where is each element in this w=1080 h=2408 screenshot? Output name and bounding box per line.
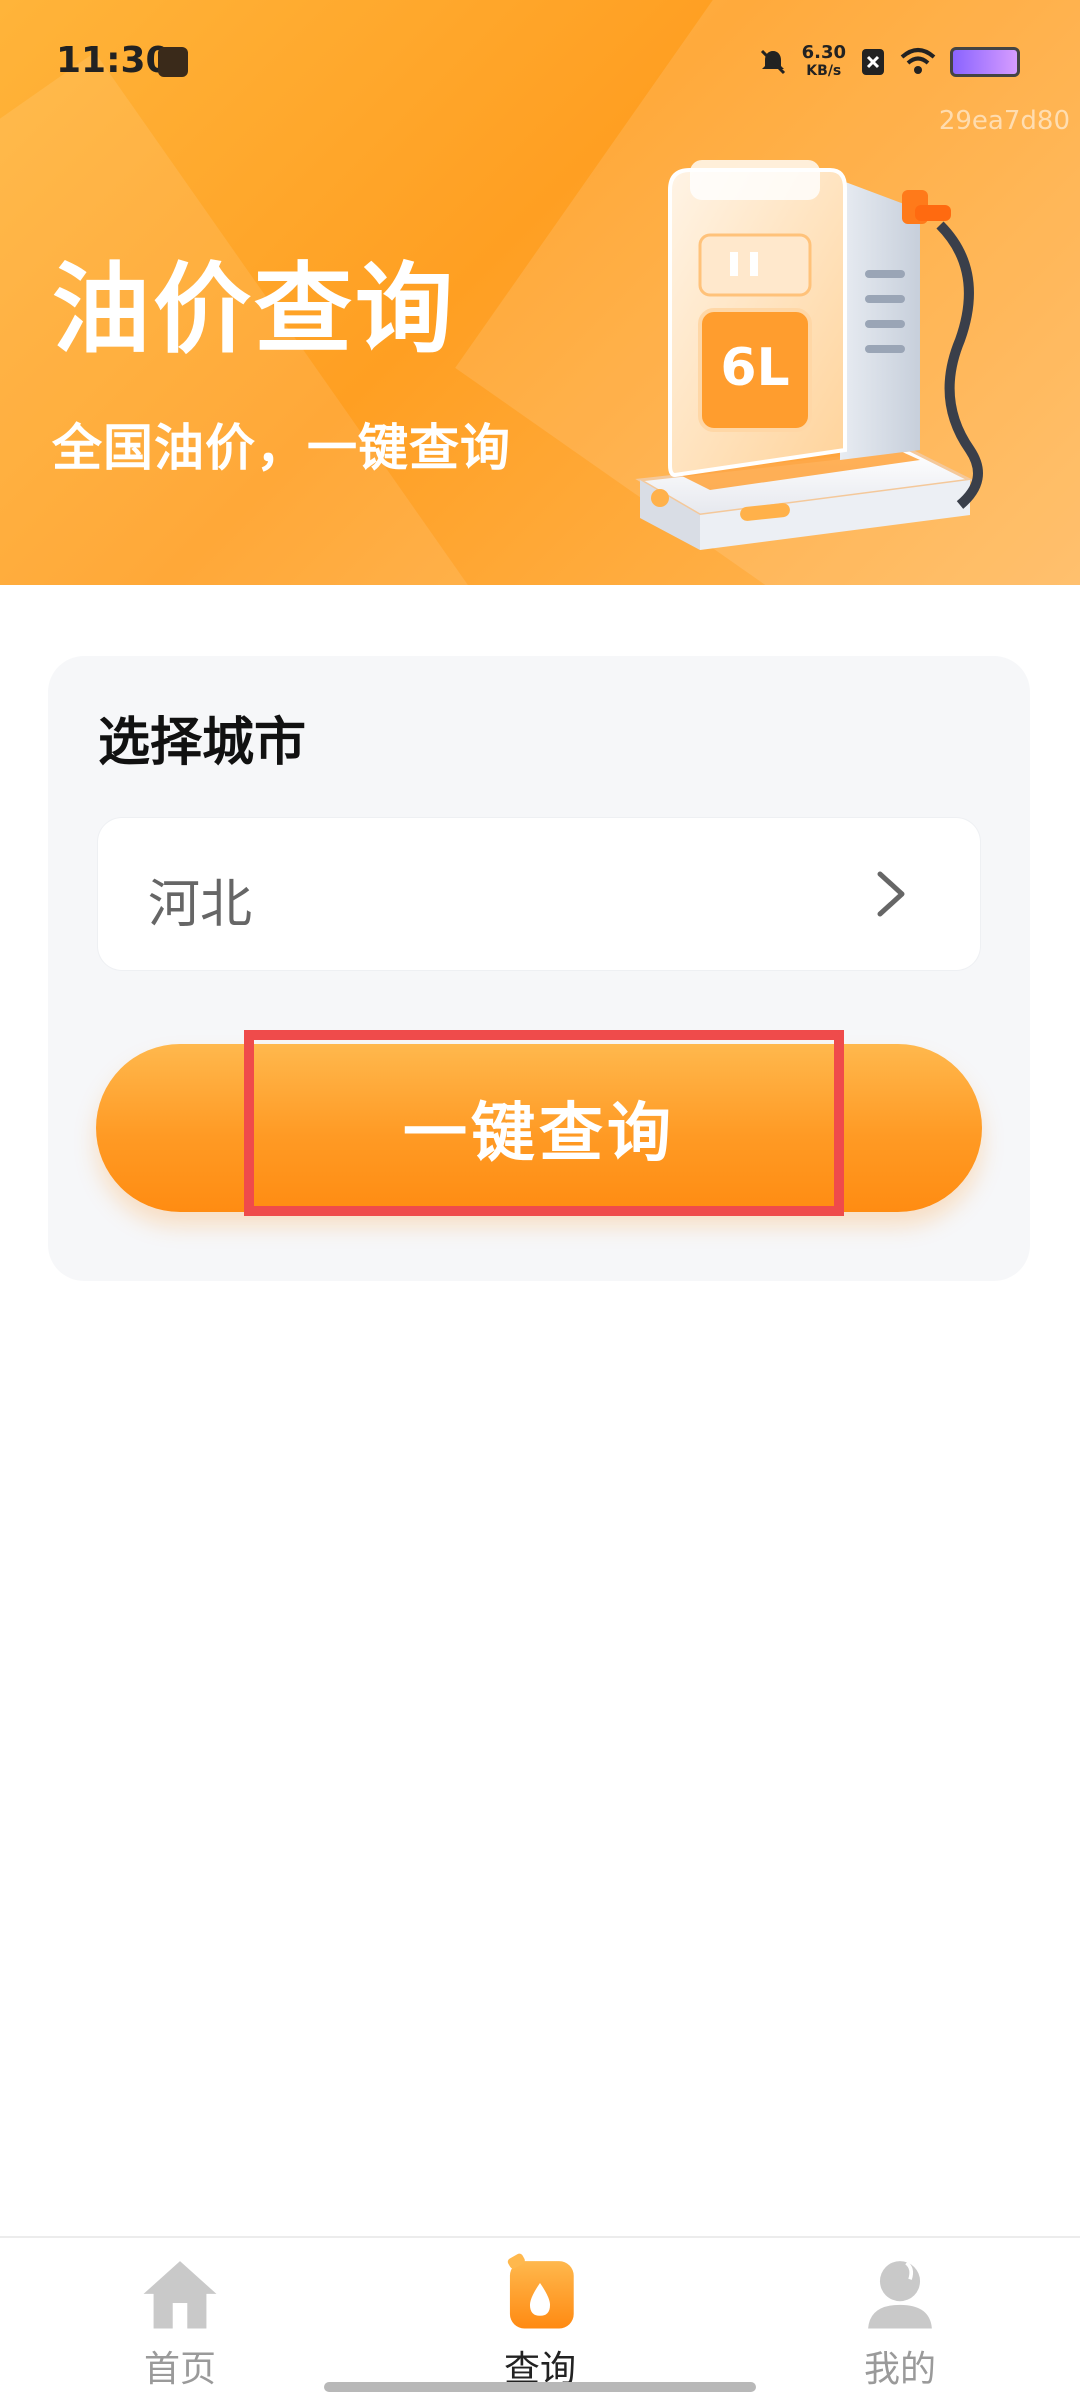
- home-icon: [143, 2261, 217, 2329]
- network-speed: 6.30 KB/s: [802, 44, 846, 80]
- status-icons: 6.30 KB/s: [758, 44, 1020, 80]
- nav-item-query[interactable]: 查询: [440, 2252, 640, 2392]
- status-bar: 11:30 6.30 KB/s 29ea7d80: [0, 0, 1080, 136]
- nav-item-home[interactable]: 首页: [80, 2252, 280, 2392]
- header-banner: 11:30 6.30 KB/s 29ea7d80 油价查询 全国油价，一键查询 …: [0, 0, 1080, 585]
- city-selector[interactable]: 河北: [98, 818, 980, 970]
- user-icon: [868, 2261, 932, 2329]
- fuel-pump-illustration: 6L: [635, 160, 983, 550]
- sim-off-icon: [862, 49, 884, 75]
- page-title: 油价查询: [52, 253, 457, 367]
- wifi-icon: [900, 48, 936, 74]
- nav-label-home: 首页: [143, 2349, 216, 2390]
- nav-label-mine: 我的: [863, 2349, 936, 2390]
- battery-icon: [950, 47, 1020, 77]
- oil-price-query-screen: 11:30 6.30 KB/s 29ea7d80 油价查询 全国油价，一键查询 …: [0, 0, 1080, 2408]
- status-time: 11:30: [56, 40, 171, 81]
- muted-bell-icon: [760, 49, 785, 75]
- pump-display-text: 6L: [720, 338, 789, 398]
- nav-item-mine[interactable]: 我的: [800, 2252, 1000, 2392]
- network-speed-value: 6.30: [801, 42, 846, 63]
- page-subtitle: 全国油价，一键查询: [52, 419, 511, 477]
- fuel-drop-icon: [507, 2253, 574, 2329]
- bottom-navigation: 首页 查询 我的: [0, 2236, 1080, 2408]
- highlight-annotation: [244, 1030, 844, 1216]
- home-indicator[interactable]: [324, 2382, 756, 2392]
- select-city-label: 选择城市: [98, 713, 307, 773]
- build-id-watermark: 29ea7d80: [938, 106, 1070, 136]
- selected-city: 河北: [148, 875, 253, 935]
- app-notification-icon: [158, 47, 188, 77]
- network-speed-unit: KB/s: [806, 63, 842, 79]
- chevron-right-icon: [877, 871, 905, 917]
